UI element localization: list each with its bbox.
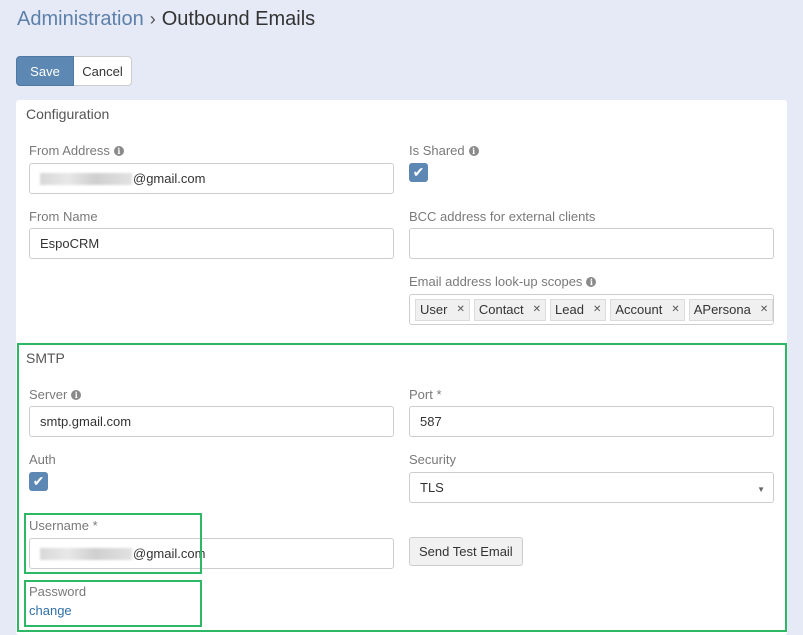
tag-label: User (420, 302, 448, 317)
from-address-field[interactable]: @gmail.com (29, 163, 394, 194)
close-icon[interactable]: ✕ (593, 304, 601, 315)
configuration-section-title: Configuration (26, 106, 110, 122)
breadcrumb: Administration › Outbound Emails (17, 8, 315, 31)
server-field[interactable]: smtp.gmail.com (29, 406, 394, 437)
server-label-text: Server (29, 387, 68, 402)
from-address-label: From Address i (29, 143, 124, 158)
info-icon[interactable]: i (468, 145, 479, 156)
lookup-scopes-label: Email address look-up scopes i (409, 274, 597, 289)
security-select[interactable]: TLS ▼ (409, 472, 774, 503)
scope-tag-contact: Contact ✕ (473, 298, 547, 321)
info-icon[interactable]: i (71, 389, 82, 400)
tag-label: Contact (478, 302, 524, 317)
security-value: TLS (420, 480, 444, 495)
tag-label: APersona (693, 302, 751, 317)
close-icon[interactable]: ✕ (456, 304, 464, 315)
scope-tag-account: Account ✕ (610, 298, 685, 321)
bcc-label: BCC address for external clients (409, 209, 596, 224)
auth-label: Auth (29, 452, 56, 467)
is-shared-label: Is Shared i (409, 143, 479, 158)
username-field[interactable]: @gmail.com (29, 538, 394, 569)
username-label: Username * (29, 518, 98, 533)
username-value: @gmail.com (133, 546, 206, 561)
caret-down-icon: ▼ (757, 485, 765, 494)
checkmark-icon: ✔ (412, 164, 425, 180)
redacted-text (40, 547, 132, 560)
action-button-group: Save Cancel (16, 56, 132, 86)
from-address-value: @gmail.com (133, 171, 206, 186)
close-icon[interactable]: ✕ (671, 304, 679, 315)
info-icon[interactable]: i (113, 145, 124, 156)
page-title: Outbound Emails (161, 8, 316, 30)
cancel-button[interactable]: Cancel (74, 56, 132, 86)
redacted-text (40, 172, 132, 185)
from-address-label-text: From Address (29, 143, 110, 158)
save-button[interactable]: Save (16, 56, 74, 86)
password-change-link[interactable]: change (29, 603, 72, 618)
from-name-value: EspoCRM (40, 236, 100, 251)
tag-label: Account (615, 302, 663, 317)
scope-tag-lead: Lead ✕ (550, 298, 607, 321)
port-field[interactable]: 587 (409, 406, 774, 437)
port-label: Port * (409, 387, 442, 402)
breadcrumb-separator: › (149, 9, 156, 29)
from-name-field[interactable]: EspoCRM (29, 228, 394, 259)
lookup-scopes-field[interactable]: User ✕ Contact ✕ Lead ✕ Account ✕ APersona ✕ (409, 294, 774, 325)
from-name-label: From Name (29, 209, 98, 224)
checkmark-icon: ✔ (32, 473, 45, 489)
bcc-field[interactable] (409, 228, 774, 259)
close-icon[interactable]: ✕ (760, 304, 768, 315)
send-test-email-button[interactable]: Send Test Email (409, 537, 523, 566)
is-shared-label-text: Is Shared (409, 143, 465, 158)
smtp-section-title: SMTP (26, 350, 65, 366)
scope-tag-apersona: APersona ✕ (688, 298, 774, 321)
security-label: Security (409, 452, 456, 467)
settings-panel: Configuration From Address i @gmail.com … (16, 100, 787, 635)
tag-label: Lead (555, 302, 584, 317)
scope-tag-user: User ✕ (415, 298, 470, 321)
password-label: Password (29, 584, 87, 599)
is-shared-checkbox[interactable]: ✔ (409, 163, 428, 182)
server-label: Server i (29, 387, 82, 402)
port-value: 587 (420, 414, 442, 429)
breadcrumb-administration-link[interactable]: Administration (17, 8, 144, 30)
server-value: smtp.gmail.com (40, 414, 132, 429)
lookup-scopes-label-text: Email address look-up scopes (409, 274, 583, 289)
close-icon[interactable]: ✕ (533, 304, 541, 315)
auth-checkbox[interactable]: ✔ (29, 472, 48, 491)
info-icon[interactable]: i (586, 276, 597, 287)
